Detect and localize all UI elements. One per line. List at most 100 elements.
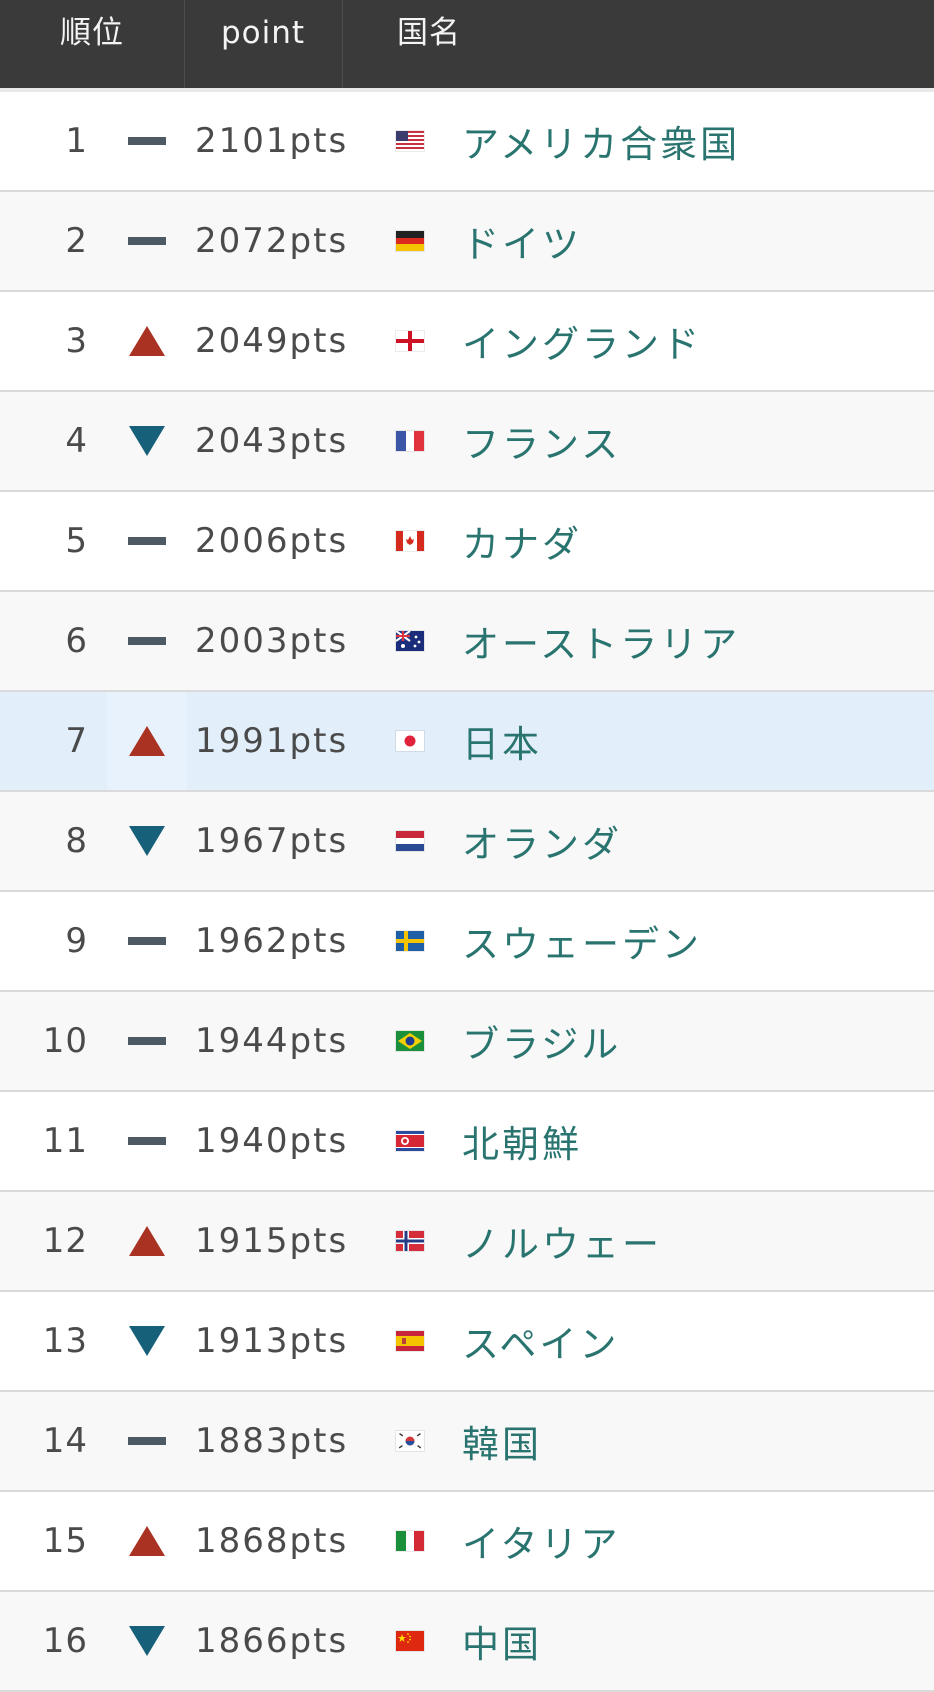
flag-cell <box>395 792 425 890</box>
down-triangle-icon <box>129 426 165 456</box>
country-name-link[interactable]: カナダ <box>462 492 922 590</box>
up-triangle-icon <box>129 1226 165 1256</box>
points-cell: 1944pts <box>195 1021 349 1061</box>
table-row[interactable]: 16 1866pts 中国 <box>0 1592 934 1692</box>
points-cell: 1991pts <box>195 721 349 761</box>
table-header: 順位 point 国名 <box>0 0 934 92</box>
table-row[interactable]: 7 1991pts 日本 <box>0 692 934 792</box>
flag-cell <box>395 1292 425 1390</box>
country-name-link[interactable]: オランダ <box>462 792 922 890</box>
country-name-link[interactable]: 日本 <box>462 692 922 790</box>
country-column-header[interactable]: 国名 <box>397 0 461 88</box>
flag-cell <box>395 292 425 390</box>
unchanged-dash-icon <box>128 1137 166 1145</box>
table-row[interactable]: 15 1868pts イタリア <box>0 1492 934 1592</box>
country-name-link[interactable]: 北朝鮮 <box>462 1092 922 1190</box>
points-cell: 1883pts <box>195 1421 349 1461</box>
de-flag-icon <box>396 231 424 251</box>
table-body: 1 2101pts アメリカ合衆国 2 2072pts ドイツ 3 2049pts イングランド… <box>0 92 934 1692</box>
trend-cell <box>107 1492 187 1590</box>
points-cell: 2072pts <box>195 221 349 261</box>
rank-cell: 6 <box>65 621 88 661</box>
flag-cell <box>395 692 425 790</box>
table-row[interactable]: 12 1915pts ノルウェー <box>0 1192 934 1292</box>
se-flag-icon <box>396 931 424 951</box>
country-name-link[interactable]: オーストラリア <box>462 592 922 690</box>
fr-flag-icon <box>396 431 424 451</box>
trend-cell <box>107 692 187 790</box>
flag-cell <box>395 492 425 590</box>
rank-cell: 14 <box>42 1421 88 1461</box>
flag-cell <box>395 92 425 190</box>
header-divider <box>342 0 343 88</box>
unchanged-dash-icon <box>128 237 166 245</box>
country-name-link[interactable]: 中国 <box>462 1592 922 1690</box>
country-name-link[interactable]: スペイン <box>462 1292 922 1390</box>
table-row[interactable]: 8 1967pts オランダ <box>0 792 934 892</box>
rank-cell: 12 <box>42 1221 88 1261</box>
trend-cell <box>107 592 187 690</box>
country-name-link[interactable]: ブラジル <box>462 992 922 1090</box>
trend-cell <box>107 392 187 490</box>
points-cell: 1967pts <box>195 821 349 861</box>
table-row[interactable]: 6 2003pts オーストラリア <box>0 592 934 692</box>
table-row[interactable]: 11 1940pts 北朝鮮 <box>0 1092 934 1192</box>
nl-flag-icon <box>396 831 424 851</box>
table-row[interactable]: 3 2049pts イングランド <box>0 292 934 392</box>
table-row[interactable]: 10 1944pts ブラジル <box>0 992 934 1092</box>
table-row[interactable]: 9 1962pts スウェーデン <box>0 892 934 992</box>
kr-flag-icon <box>396 1431 424 1451</box>
country-name-link[interactable]: ドイツ <box>462 192 922 290</box>
points-cell: 2049pts <box>195 321 349 361</box>
trend-cell <box>107 92 187 190</box>
us-flag-icon <box>396 131 424 151</box>
ranking-table: 順位 point 国名 1 2101pts アメリカ合衆国 2 2072pts ドイツ 3 2… <box>0 0 934 1692</box>
points-cell: 1868pts <box>195 1521 349 1561</box>
points-cell: 1962pts <box>195 921 349 961</box>
points-cell: 1913pts <box>195 1321 349 1361</box>
au-flag-icon <box>396 631 424 651</box>
table-row[interactable]: 1 2101pts アメリカ合衆国 <box>0 92 934 192</box>
table-row[interactable]: 14 1883pts 韓国 <box>0 1392 934 1492</box>
country-name-link[interactable]: フランス <box>462 392 922 490</box>
unchanged-dash-icon <box>128 1437 166 1445</box>
up-triangle-icon <box>129 726 165 756</box>
flag-cell <box>395 1392 425 1490</box>
trend-cell <box>107 992 187 1090</box>
country-name-link[interactable]: イングランド <box>462 292 922 390</box>
table-row[interactable]: 2 2072pts ドイツ <box>0 192 934 292</box>
country-name-link[interactable]: ノルウェー <box>462 1192 922 1290</box>
rank-column-header[interactable]: 順位 <box>0 0 184 88</box>
trend-cell <box>107 192 187 290</box>
it-flag-icon <box>396 1531 424 1551</box>
flag-cell <box>395 592 425 690</box>
rank-cell: 8 <box>65 821 88 861</box>
flag-cell <box>395 1592 425 1690</box>
rank-cell: 11 <box>42 1121 88 1161</box>
country-name-link[interactable]: 韓国 <box>462 1392 922 1490</box>
rank-cell: 13 <box>42 1321 88 1361</box>
no-flag-icon <box>396 1231 424 1251</box>
trend-cell <box>107 892 187 990</box>
points-cell: 2043pts <box>195 421 349 461</box>
trend-cell <box>107 1392 187 1490</box>
up-triangle-icon <box>129 326 165 356</box>
country-name-link[interactable]: イタリア <box>462 1492 922 1590</box>
flag-cell <box>395 192 425 290</box>
point-column-header[interactable]: point <box>185 0 341 88</box>
points-cell: 1866pts <box>195 1621 349 1661</box>
table-row[interactable]: 5 2006pts カナダ <box>0 492 934 592</box>
rank-cell: 9 <box>65 921 88 961</box>
rank-cell: 16 <box>42 1621 88 1661</box>
rank-cell: 4 <box>65 421 88 461</box>
flag-cell <box>395 1092 425 1190</box>
points-cell: 2006pts <box>195 521 349 561</box>
flag-cell <box>395 1192 425 1290</box>
table-row[interactable]: 13 1913pts スペイン <box>0 1292 934 1392</box>
country-name-link[interactable]: スウェーデン <box>462 892 922 990</box>
country-name-link[interactable]: アメリカ合衆国 <box>462 92 922 190</box>
table-row[interactable]: 4 2043pts フランス <box>0 392 934 492</box>
trend-cell <box>107 1292 187 1390</box>
trend-cell <box>107 492 187 590</box>
down-triangle-icon <box>129 1326 165 1356</box>
